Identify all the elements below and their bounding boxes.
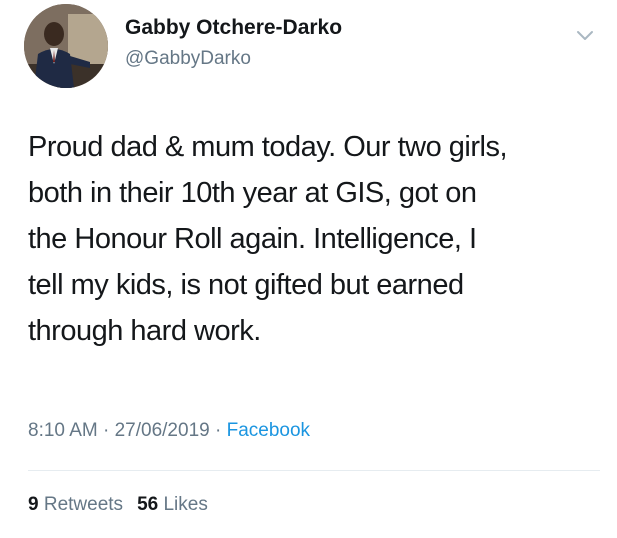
meta-separator: · — [97, 420, 115, 441]
divider — [28, 470, 600, 471]
tweet-card: Gabby Otchere-Darko @GabbyDarko Proud da… — [0, 0, 617, 538]
tweet-text-line: through hard work. — [28, 315, 261, 347]
chevron-down-icon[interactable] — [572, 26, 598, 46]
tweet-time[interactable]: 8:10 AM — [28, 420, 98, 441]
user-handle[interactable]: @GabbyDarko — [125, 48, 251, 70]
tweet-text-line: Proud dad & mum today. Our two girls, — [28, 131, 508, 163]
tweet-source-link[interactable]: Facebook — [227, 420, 310, 441]
meta-separator: · — [209, 420, 227, 441]
tweet-meta: 8:10 AM · 27/06/2019 · Facebook — [28, 420, 310, 442]
retweets-stat[interactable]: 9 Retweets — [28, 494, 123, 515]
likes-stat[interactable]: 56 Likes — [137, 494, 208, 515]
avatar[interactable] — [24, 4, 108, 88]
tweet-stats: 9 Retweets 56 Likes — [28, 494, 208, 516]
tweet-text-line: tell my kids, is not gifted but earned — [28, 269, 464, 301]
tweet-date[interactable]: 27/06/2019 — [115, 420, 210, 441]
likes-label: Likes — [163, 494, 208, 515]
retweets-count: 9 — [28, 494, 39, 515]
tweet-text: Proud dad & mum today. Our two girls, bo… — [28, 124, 588, 354]
likes-count: 56 — [137, 494, 159, 515]
tweet-text-line: both in their 10th year at GIS, got on — [28, 177, 477, 209]
tweet-text-line: the Honour Roll again. Intelligence, I — [28, 223, 477, 255]
avatar-photo — [24, 4, 108, 88]
retweets-label: Retweets — [43, 494, 124, 515]
user-name[interactable]: Gabby Otchere-Darko — [125, 16, 342, 40]
